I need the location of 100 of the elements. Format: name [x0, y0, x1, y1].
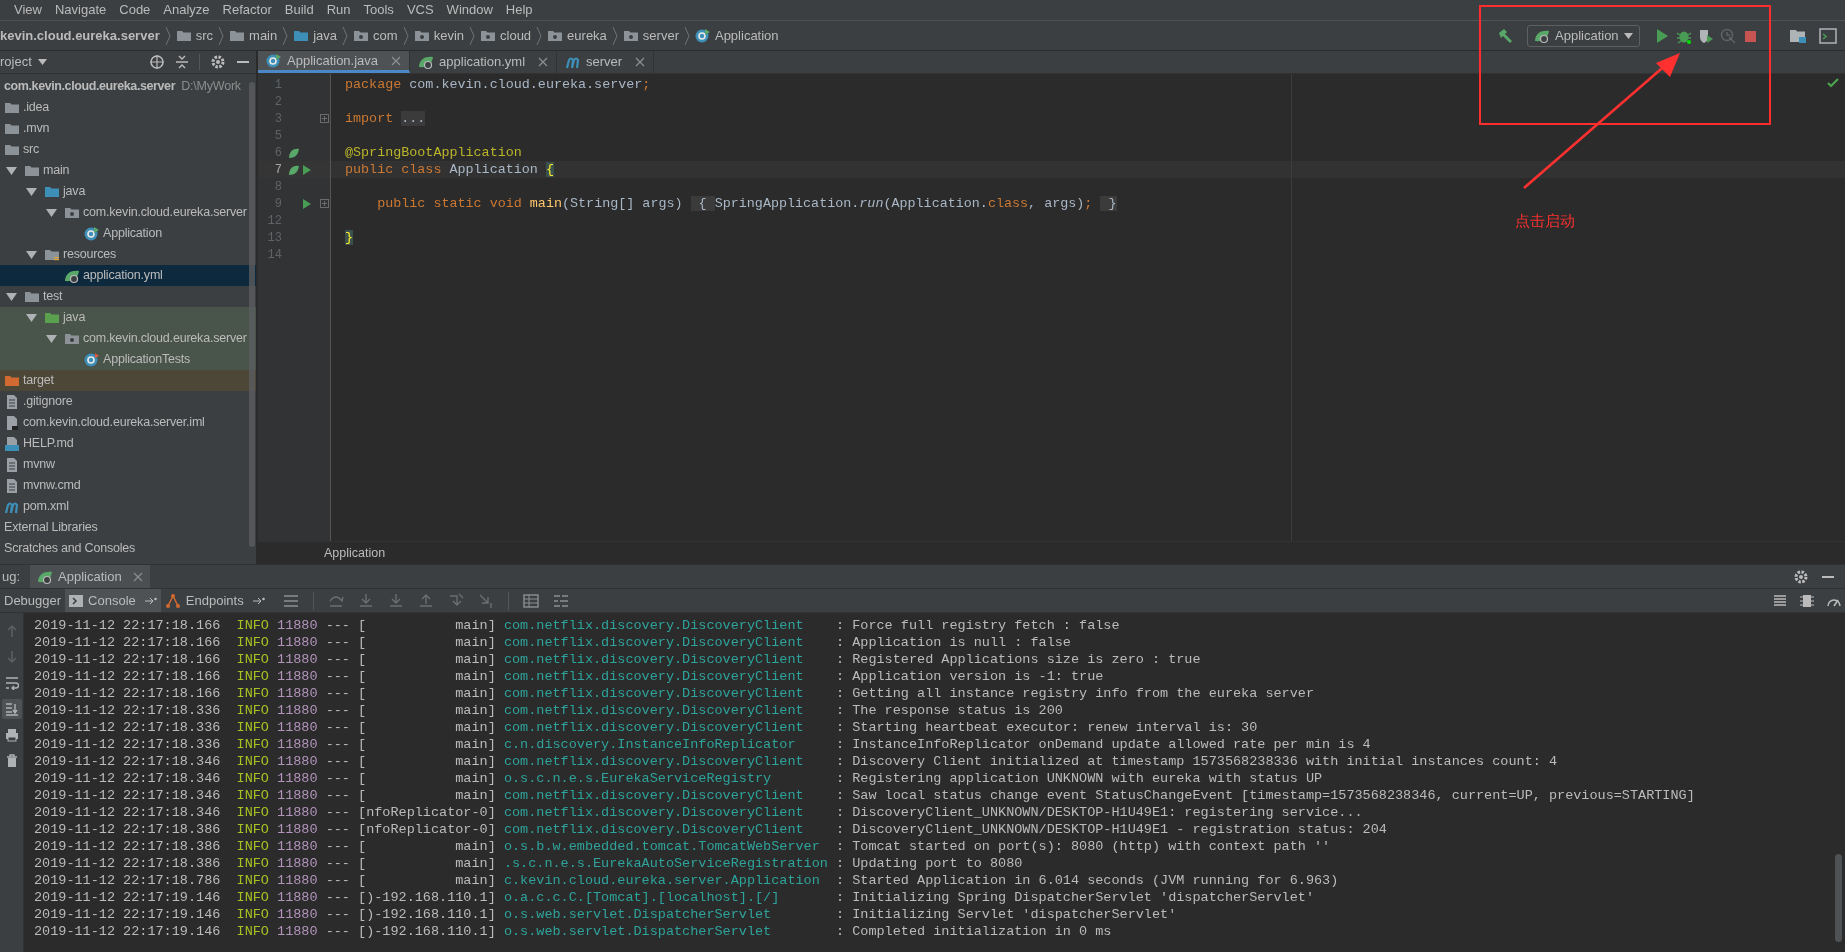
chevron-icon — [535, 25, 544, 46]
log-level: INFO — [236, 685, 269, 702]
tree-item[interactable]: .idea — [0, 97, 256, 118]
log-level: INFO — [236, 770, 269, 787]
code-line: public class Application { — [345, 162, 554, 177]
log-separator: --- — [325, 634, 350, 651]
scrollbar-thumb[interactable] — [1834, 854, 1842, 942]
breadcrumb-item[interactable]: kevin.cloud.eureka.server — [0, 25, 160, 46]
tree-item[interactable]: ApplicationTests — [0, 349, 256, 370]
tree-item[interactable]: Scratches and Consoles — [0, 538, 256, 559]
breadcrumb-item[interactable]: com — [373, 25, 398, 46]
log-message: : Getting all instance registry info from the eureka server — [836, 685, 1314, 702]
thread-name: [ main] — [358, 668, 496, 685]
log-timestamp: 2019-11-12 22:17:18.346 — [34, 753, 221, 770]
session-tab[interactable]: Application — [30, 565, 150, 588]
project-view-dropdown[interactable]: roject — [0, 52, 47, 72]
tree-item[interactable]: main — [0, 160, 256, 181]
tree-item[interactable]: test — [0, 286, 256, 307]
menu-item[interactable]: Analyze — [163, 0, 210, 20]
breadcrumb-item[interactable]: eureka — [567, 25, 607, 46]
tree-item[interactable]: target — [0, 370, 256, 391]
drop-frame-icon — [447, 593, 464, 608]
collapse-icon — [175, 54, 189, 70]
log-message: : Discovery Client initialized at timestamp 1573568238336 with initial instances count: 4 — [836, 753, 1558, 770]
menu-item[interactable]: VCS — [406, 0, 434, 20]
tree-item[interactable]: com.kevin.cloud.eureka.server — [0, 328, 256, 349]
tree-item[interactable]: com.kevin.cloud.eureka.server.iml — [0, 412, 256, 433]
menu-item[interactable]: Help — [505, 0, 533, 20]
logger-name: com.netflix.discovery.DiscoveryClient — [503, 702, 805, 719]
trash-icon — [4, 754, 19, 768]
tree-item[interactable]: mvnw — [0, 454, 256, 475]
log-level: INFO — [236, 753, 269, 770]
breadcrumb-item[interactable]: kevin — [433, 25, 464, 46]
breadcrumb-item[interactable]: java — [313, 25, 338, 46]
menu-item[interactable]: Code — [119, 0, 151, 20]
log-level: INFO — [236, 906, 269, 923]
breadcrumb-item[interactable]: server — [642, 25, 679, 46]
log-timestamp: 2019-11-12 22:17:18.786 — [34, 872, 221, 889]
tree-item[interactable]: Application — [0, 223, 256, 244]
document-icon — [4, 414, 20, 431]
run-configuration-dropdown[interactable]: Application — [1527, 24, 1640, 47]
logger-name: com.netflix.discovery.DiscoveryClient — [503, 668, 805, 685]
menu-item[interactable]: Tools — [363, 0, 394, 20]
tree-item[interactable]: application.yml — [0, 265, 256, 286]
tree-item[interactable]: .mvn — [0, 118, 256, 139]
log-level: INFO — [236, 838, 269, 855]
menu-item[interactable]: Window — [446, 0, 493, 20]
log-timestamp: 2019-11-12 22:17:18.346 — [34, 770, 221, 787]
tree-item[interactable]: pom.xml — [0, 496, 256, 517]
class-icon — [84, 351, 100, 368]
panel-tab[interactable]: Debugger — [0, 589, 66, 612]
panel-tab[interactable]: Console — [65, 589, 161, 612]
settings-icon — [1793, 568, 1809, 585]
tree-item[interactable]: java — [0, 181, 256, 202]
breadcrumb-item[interactable]: main — [249, 25, 278, 46]
annotation-text: 点击启动 — [1515, 211, 1575, 232]
breadcrumb-item[interactable]: src — [195, 25, 214, 46]
log-message: : Force full registry fetch : false — [836, 617, 1120, 634]
check-icon — [1827, 78, 1839, 88]
editor-breadcrumb[interactable]: Application — [324, 543, 386, 563]
menu-item[interactable]: Build — [284, 0, 314, 20]
process-id: 11880 — [277, 685, 318, 702]
thread-name: [ main] — [358, 753, 496, 770]
log-separator: --- — [325, 719, 350, 736]
console-tool-button[interactable] — [1, 699, 22, 719]
process-id: 11880 — [277, 906, 318, 923]
logger-name: com.netflix.discovery.DiscoveryClient — [503, 787, 805, 804]
tree-item[interactable]: .gitignore — [0, 391, 256, 412]
breadcrumb-item[interactable]: Application — [714, 25, 779, 46]
document-icon — [4, 393, 20, 410]
chevron-icon — [401, 25, 410, 46]
menu-item[interactable]: Run — [326, 0, 351, 20]
memory-icon — [1800, 593, 1814, 608]
editor-tab[interactable]: Application.java — [258, 51, 411, 73]
thread-name: [ main] — [358, 736, 496, 753]
tree-item[interactable]: External Libraries — [0, 517, 256, 538]
log-timestamp: 2019-11-12 22:17:18.386 — [34, 838, 221, 855]
panel-tab[interactable]: Endpoints — [160, 589, 269, 612]
thread-name: [ main] — [358, 787, 496, 804]
list-icon — [552, 593, 569, 608]
tree-item[interactable]: com.kevin.cloud.eureka.server D:\MyWork — [0, 76, 256, 97]
menu-item[interactable]: Navigate — [54, 0, 107, 20]
thread-name: [)-192.168.110.1] — [358, 906, 496, 923]
tree-item[interactable]: src — [0, 139, 256, 160]
minimize-icon — [1821, 575, 1835, 578]
thread-name: [nfoReplicator-0] — [358, 804, 496, 821]
tree-item[interactable]: java — [0, 307, 256, 328]
menu-item[interactable]: Refactor — [222, 0, 272, 20]
log-timestamp: 2019-11-12 22:17:18.336 — [34, 702, 221, 719]
logger-name: o.s.web.servlet.DispatcherServlet — [503, 906, 773, 923]
tree-item[interactable]: resources — [0, 244, 256, 265]
chevron-icon — [281, 25, 290, 46]
scrollbar-thumb[interactable] — [249, 82, 255, 547]
tree-item[interactable]: mvnw.cmd — [0, 475, 256, 496]
tree-item[interactable]: HELP.md — [0, 433, 256, 454]
thread-name: [ main] — [358, 719, 496, 736]
breadcrumb-item[interactable]: cloud — [500, 25, 532, 46]
log-message: : Updating port to 8080 — [836, 855, 1023, 872]
tree-item[interactable]: com.kevin.cloud.eureka.server — [0, 202, 256, 223]
menu-item[interactable]: View — [14, 0, 42, 20]
